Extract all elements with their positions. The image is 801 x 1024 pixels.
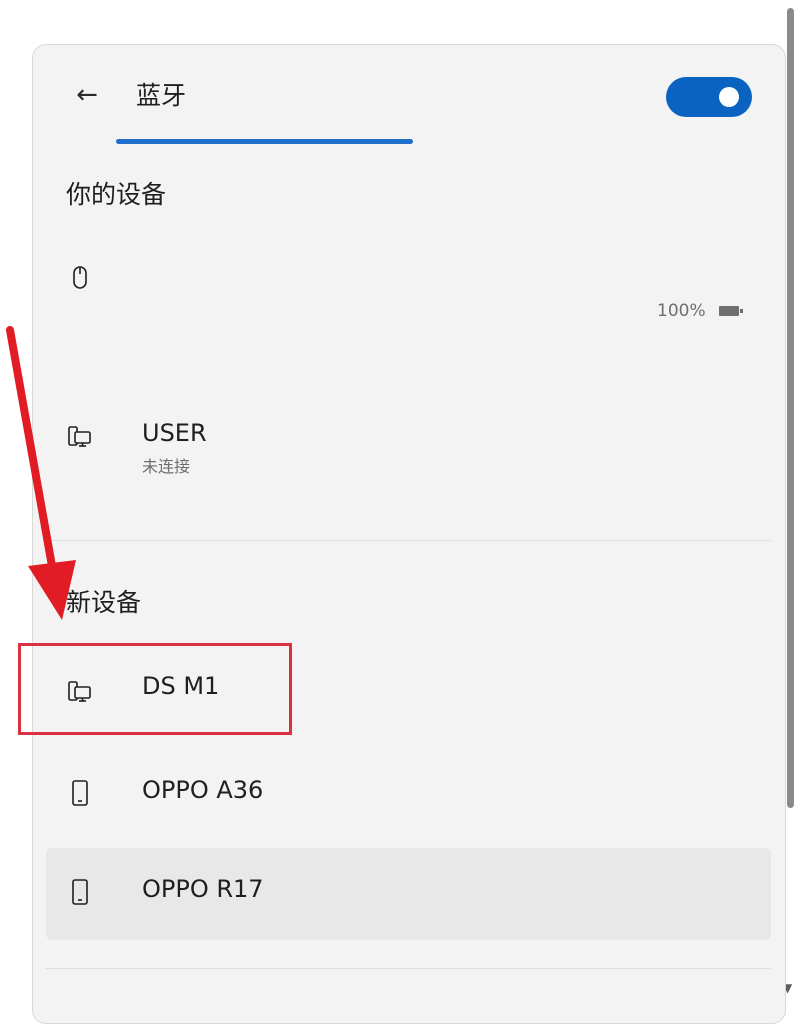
device-name: OPPO R17 [142, 875, 264, 903]
device-name: OPPO A36 [142, 776, 264, 804]
page-title: 蓝牙 [136, 81, 187, 110]
title-underline [116, 139, 413, 144]
annotation-arrow [6, 326, 76, 620]
device-name: USER [142, 419, 207, 447]
bluetooth-toggle[interactable] [666, 77, 752, 117]
device-status: 未连接 [142, 457, 191, 476]
vertical-scrollbar[interactable] [787, 8, 794, 808]
battery-icon [718, 306, 743, 316]
annotation-highlight-box [18, 643, 292, 735]
device-row-oppo-a36[interactable]: OPPO A36 [46, 745, 771, 840]
phone-icon [72, 879, 88, 905]
section-divider [46, 540, 771, 541]
phone-icon [72, 780, 88, 806]
battery-indicator: 100% [657, 300, 744, 322]
battery-percent: 100% [657, 301, 706, 321]
device-row-user[interactable]: USER 未连接 [46, 400, 771, 510]
device-row-oppo-r17[interactable]: OPPO R17 [46, 848, 771, 940]
bottom-divider [46, 968, 771, 969]
toggle-knob [719, 87, 739, 107]
